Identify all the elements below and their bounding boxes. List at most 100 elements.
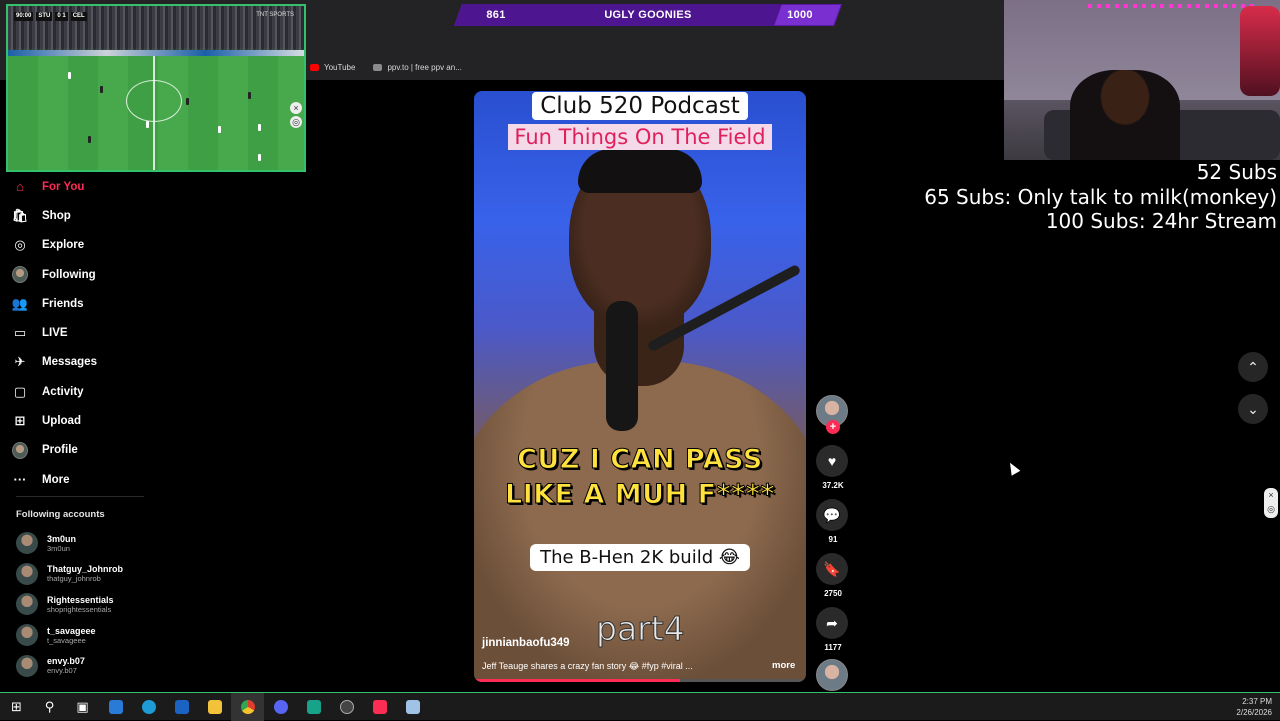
- notes-icon[interactable]: [396, 693, 429, 721]
- clock-time: 2:37 PM: [1242, 697, 1272, 706]
- task-view-icon[interactable]: ▣: [66, 693, 99, 721]
- sidebar-item-label: Shop: [42, 209, 71, 222]
- taskbar: ⊞ ⚲ ▣ 2:37 PM 2/26/2026: [0, 692, 1280, 721]
- bookmark-icon[interactable]: 🔖: [816, 553, 848, 585]
- sidebar-item-following[interactable]: Following: [12, 260, 152, 289]
- live-icon: ▭: [13, 325, 27, 341]
- center-circle: [126, 80, 182, 122]
- video-progress-bar[interactable]: [474, 679, 806, 682]
- following-account[interactable]: 3m0un 3m0un: [16, 528, 166, 559]
- microphone: [606, 301, 638, 431]
- profile-avatar-icon: [12, 441, 28, 459]
- account-text: 3m0un 3m0un: [47, 534, 76, 553]
- account-text: Rightessentials shoprightessentials: [47, 595, 114, 614]
- player: [186, 98, 189, 105]
- discord-icon[interactable]: [264, 693, 297, 721]
- player: [258, 154, 261, 161]
- sidebar-item-more[interactable]: ··· More: [12, 465, 152, 494]
- compass-icon: ◎: [14, 237, 26, 253]
- sidebar-item-label: Upload: [42, 415, 81, 428]
- close-icon[interactable]: ×: [290, 102, 302, 114]
- sub-goal-line2: 65 Subs: Only talk to milk(monkey): [924, 184, 1277, 209]
- comment-icon[interactable]: 💬: [816, 499, 848, 531]
- chrome-icon[interactable]: [231, 692, 264, 721]
- account-text: Thatguy_Johnrob thatguy_johnrob: [47, 564, 123, 583]
- system-clock[interactable]: 2:37 PM 2/26/2026: [1236, 696, 1272, 718]
- account-name: t_savageee: [47, 625, 96, 636]
- sidebar-item-upload[interactable]: ⊞ Upload: [12, 406, 152, 435]
- following-account[interactable]: envy.b07 envy.b07: [16, 650, 166, 681]
- video-title-line1: Club 520 Podcast: [474, 92, 806, 120]
- part-label: part4: [596, 609, 686, 649]
- more-icon: ···: [13, 472, 27, 488]
- video-caption-line1: CUZ I CAN PASS: [517, 444, 763, 476]
- like-count: 37.2K: [822, 481, 844, 490]
- windows-start-icon[interactable]: ⊞: [0, 693, 33, 721]
- comment-count: 91: [828, 535, 838, 544]
- player: [248, 92, 251, 99]
- sidebar-item-friends[interactable]: 👥 Friends: [12, 289, 152, 318]
- bookmark-youtube[interactable]: YouTube: [310, 63, 355, 72]
- obs-icon[interactable]: [330, 693, 363, 721]
- account-handle: t_savageee: [47, 635, 86, 645]
- chevron-down-icon[interactable]: ⌄: [1238, 394, 1268, 424]
- sidebar-item-activity[interactable]: ▢ Activity: [12, 377, 152, 406]
- account-name: 3m0un: [47, 533, 77, 544]
- following-account[interactable]: t_savageee t_savageee: [16, 620, 166, 651]
- sub-goal-bar-text: 861 UGLY GOONIES 1000: [458, 4, 838, 26]
- gaming-chair: [1240, 6, 1280, 96]
- divider: [16, 496, 144, 497]
- follow-plus-icon[interactable]: +: [826, 420, 840, 434]
- sidebar-item-explore[interactable]: ◎ Explore: [12, 231, 152, 260]
- video-description: Jeff Teauge shares a crazy fan story 😂 #…: [482, 661, 693, 671]
- account-handle: envy.b07: [47, 666, 77, 676]
- file-explorer-icon[interactable]: [198, 693, 231, 721]
- sidebar-item-profile[interactable]: Profile: [12, 436, 152, 465]
- bookmarks-bar: YouTube ppv.to | free ppv an...: [306, 56, 1004, 78]
- avatar: [12, 266, 28, 284]
- heart-icon[interactable]: ♥: [816, 445, 848, 477]
- video-author[interactable]: jinnianbaofu349: [482, 637, 570, 649]
- player: [68, 72, 71, 79]
- video-subject-hair: [578, 149, 702, 193]
- messages-icon: ✈: [14, 354, 26, 370]
- sidebar-item-label: LIVE: [42, 327, 68, 340]
- ppv-icon: [373, 63, 383, 71]
- edge-icon[interactable]: [132, 693, 165, 721]
- video-title-line2: Fun Things On The Field: [474, 124, 806, 150]
- save-count: 2750: [824, 589, 842, 598]
- video-player[interactable]: Club 520 Podcast Fun Things On The Field…: [474, 91, 806, 682]
- sidebar-item-shop[interactable]: 🛍 Shop: [12, 201, 152, 230]
- side-widget[interactable]: × ◎: [1264, 488, 1278, 518]
- sidebar-item-messages[interactable]: ✈ Messages: [12, 348, 152, 377]
- sidebar-item-label: More: [42, 473, 70, 486]
- sound-avatar[interactable]: [816, 659, 848, 691]
- sidebar-item-live[interactable]: ▭ LIVE: [12, 318, 152, 347]
- sidebar-item-label: Messages: [42, 356, 97, 369]
- following-account[interactable]: Thatguy_Johnrob thatguy_johnrob: [16, 559, 166, 590]
- activity-icon: ▢: [13, 383, 27, 399]
- sidebar-item-label: Following: [42, 268, 96, 281]
- avatar: [16, 532, 38, 555]
- sidebar-item-for-you[interactable]: ⌂ For You: [12, 172, 152, 201]
- shop-icon: 🛍: [11, 207, 29, 223]
- mail-icon[interactable]: [165, 693, 198, 721]
- sidebar-item-label: Activity: [42, 385, 84, 398]
- bookmark-ppv[interactable]: ppv.to | free ppv an...: [373, 63, 462, 72]
- app-icon[interactable]: [297, 693, 330, 721]
- more-button[interactable]: more: [772, 660, 795, 671]
- build-label: The B-Hen 2K build 😂: [474, 544, 806, 571]
- store-icon[interactable]: [99, 693, 132, 721]
- avatar: [16, 562, 38, 585]
- match-score: 0 1: [55, 12, 68, 21]
- sub-goal-line3: 100 Subs: 24hr Stream: [1045, 209, 1277, 233]
- widget-icon[interactable]: ◎: [290, 116, 302, 128]
- share-icon[interactable]: ➦: [816, 607, 848, 639]
- sidebar-item-label: For You: [42, 180, 85, 193]
- following-account[interactable]: Rightessentials shoprightessentials: [16, 589, 166, 620]
- music-icon[interactable]: [363, 693, 396, 721]
- chevron-up-icon[interactable]: ⌃: [1238, 352, 1268, 382]
- action-bar: + ♥ 37.2K 💬 91 🔖 2750 ➦ 1177: [816, 395, 850, 691]
- search-icon[interactable]: ⚲: [33, 693, 66, 721]
- creator-avatar[interactable]: +: [816, 395, 848, 434]
